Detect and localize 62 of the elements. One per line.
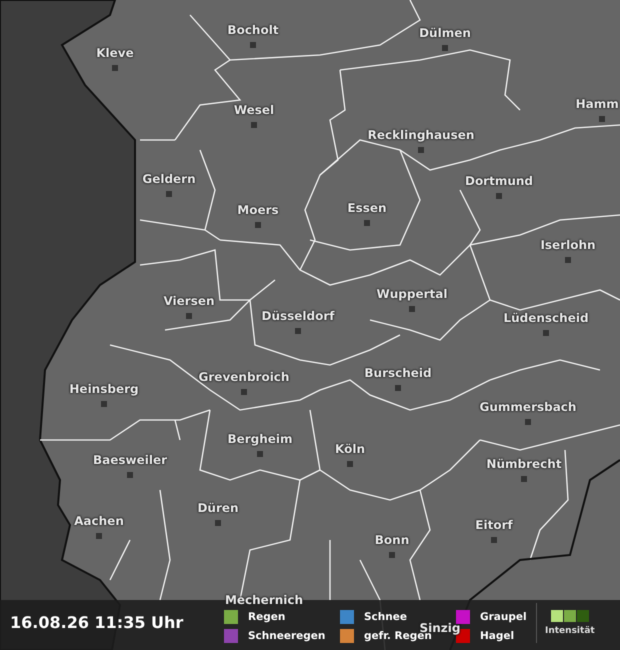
- city-label: Düsseldorf: [262, 309, 334, 323]
- city-marker: [364, 220, 370, 226]
- city-label: Düren: [197, 501, 239, 515]
- city-marker: [521, 476, 527, 482]
- city-marker: [418, 147, 424, 153]
- city-label: Wuppertal: [376, 287, 448, 301]
- city-marker: [599, 116, 605, 122]
- city-label: Essen: [347, 201, 387, 215]
- city-marker: [250, 42, 256, 48]
- city-label: Köln: [335, 442, 365, 456]
- city-marker: [491, 537, 497, 543]
- city-marker: [543, 330, 549, 336]
- city-label: Bonn: [374, 533, 410, 547]
- intensity-label: Intensität: [545, 626, 595, 636]
- legend-label: Schneeregen: [248, 630, 326, 642]
- city-label: Dülmen: [419, 26, 471, 40]
- city-marker: [251, 122, 257, 128]
- city-marker: [409, 306, 415, 312]
- city-label: Grevenbroich: [198, 370, 290, 384]
- city-label: Bocholt: [227, 23, 279, 37]
- city-label: Geldern: [142, 172, 196, 186]
- city-label: Dortmund: [464, 174, 534, 188]
- city-label: Iserlohn: [540, 238, 596, 252]
- city-label: Wesel: [234, 103, 274, 117]
- city-marker: [442, 45, 448, 51]
- legend-label: Schnee: [364, 611, 407, 623]
- city-label: Recklinghausen: [368, 128, 474, 142]
- city-marker: [255, 222, 261, 228]
- city-marker: [215, 520, 221, 526]
- legend-label: Hagel: [480, 630, 514, 642]
- city-label: Gummersbach: [480, 400, 576, 414]
- city-label: Hamm: [576, 97, 619, 111]
- city-marker: [166, 191, 172, 197]
- city-label: Nümbrecht: [486, 457, 562, 471]
- legend-label: Regen: [248, 611, 286, 623]
- city-marker: [186, 313, 192, 319]
- city-label: Viersen: [163, 294, 215, 308]
- city-marker: [565, 257, 571, 263]
- city-label: Kleve: [96, 46, 134, 60]
- city-label: Burscheid: [364, 366, 432, 380]
- city-label: Lüdenscheid: [503, 311, 589, 325]
- city-marker: [101, 401, 107, 407]
- city-marker: [395, 385, 401, 391]
- city-marker: [496, 193, 502, 199]
- city-marker: [257, 451, 263, 457]
- city-label: Heinsberg: [69, 382, 139, 396]
- city-marker: [241, 389, 247, 395]
- city-label: Bergheim: [227, 432, 293, 446]
- city-marker: [347, 461, 353, 467]
- city-marker: [96, 533, 102, 539]
- legend-label: Graupel: [480, 611, 527, 623]
- city-marker: [112, 65, 118, 71]
- city-label: Baesweiler: [92, 453, 168, 467]
- city-label: Aachen: [74, 514, 124, 528]
- timestamp: 16.08.26 11:35 Uhr: [10, 613, 184, 632]
- city-marker: [127, 472, 133, 478]
- city-marker: [525, 419, 531, 425]
- city-marker: [389, 552, 395, 558]
- city-label: Eitorf: [475, 518, 513, 532]
- city-label: Moers: [237, 203, 279, 217]
- city-label: Mechernich: [224, 593, 304, 607]
- city-marker: [295, 328, 301, 334]
